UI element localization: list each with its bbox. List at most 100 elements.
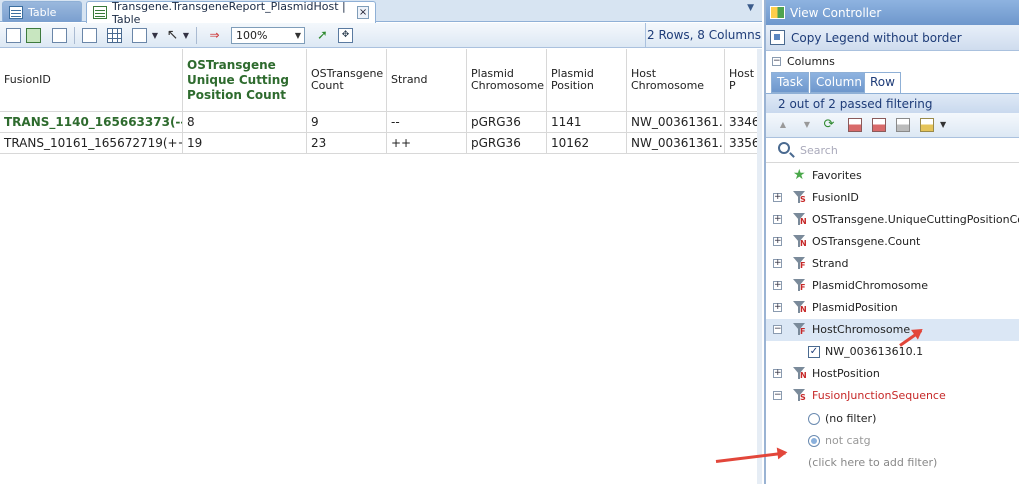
zoom-select[interactable]: 100% ▼ xyxy=(231,27,305,44)
refresh-icon[interactable]: ⟳ xyxy=(822,118,836,132)
expand-icon[interactable]: + xyxy=(773,303,782,312)
tab-column[interactable]: Column xyxy=(810,72,868,93)
table-cell[interactable]: NW_00361361... xyxy=(627,133,725,154)
add-filter-link[interactable]: (click here to add filter) xyxy=(766,452,1019,474)
tab-transgene-report[interactable]: Transgene.TransgeneReport_PlasmidHost | … xyxy=(86,0,376,26)
grid-icon[interactable] xyxy=(107,28,122,43)
tree-item-host-position[interactable]: + N HostPosition xyxy=(766,363,1019,385)
tree-item-strand[interactable]: + F Strand xyxy=(766,253,1019,275)
tree-item-plasmid-position[interactable]: + N PlasmidPosition xyxy=(766,297,1019,319)
collapse-icon[interactable]: − xyxy=(773,325,782,334)
option-not-catg[interactable]: not catg xyxy=(766,430,1019,452)
collapse-icon[interactable]: − xyxy=(773,391,782,400)
tree-item-fusion-junction-sequence[interactable]: − S FusionJunctionSequence xyxy=(766,385,1019,407)
edit-filter-icon[interactable] xyxy=(872,118,886,132)
tree-item-plasmid-chromosome[interactable]: + F PlasmidChromosome xyxy=(766,275,1019,297)
column-header-unique-cutting-count[interactable]: OSTransgene Unique Cutting Position Coun… xyxy=(183,49,307,112)
export-excel-icon[interactable] xyxy=(26,28,41,43)
close-icon[interactable]: × xyxy=(357,6,369,19)
chevron-down-icon[interactable]: ▼ xyxy=(182,28,190,43)
table-cell[interactable]: 10162 xyxy=(547,133,627,154)
filter-funnel-icon: N xyxy=(793,366,807,381)
view-controller-title-bar: View Controller xyxy=(766,0,1019,25)
expand-icon[interactable]: + xyxy=(773,259,782,268)
column-header-strand[interactable]: Strand xyxy=(387,49,467,112)
columns-section-header[interactable]: − Columns xyxy=(766,51,1019,72)
search-input[interactable] xyxy=(800,142,1005,159)
collapse-icon[interactable]: − xyxy=(772,57,781,66)
table-cell[interactable]: 23 xyxy=(307,133,387,154)
expand-icon[interactable]: + xyxy=(773,281,782,290)
vertical-scrollbar[interactable] xyxy=(757,49,762,484)
chevron-down-icon[interactable]: ▼ xyxy=(151,28,159,43)
option-no-filter[interactable]: (no filter) xyxy=(766,408,1019,430)
table-cell[interactable]: NW_00361361... xyxy=(627,112,725,133)
copy-legend-button[interactable]: Copy Legend without border xyxy=(766,25,1019,51)
tree-item-favorites[interactable]: ★ Favorites xyxy=(766,165,1019,187)
document-tab-bar: Table Transgene.TransgeneReport_PlasmidH… xyxy=(0,0,762,26)
copy-view-icon[interactable] xyxy=(52,28,67,43)
view-controller-icon xyxy=(770,6,785,19)
view-controller-tabs: Task Column Row xyxy=(766,72,1019,93)
filter-tree: ★ Favorites + S FusionID + N OSTransgene… xyxy=(766,163,1019,478)
filter-funnel-icon: F xyxy=(793,256,807,271)
table-cell[interactable]: 1141 xyxy=(547,112,627,133)
table-cell[interactable]: 19 xyxy=(183,133,307,154)
filter-options-icon[interactable] xyxy=(920,118,934,132)
move-up-icon[interactable]: ▲ xyxy=(776,118,790,132)
tab-dropdown-icon[interactable]: ▼ xyxy=(747,3,754,13)
filter-funnel-icon: F xyxy=(793,322,807,337)
column-header-fusionid[interactable]: FusionID xyxy=(0,49,183,112)
tree-item-unique-cutting-count[interactable]: + N OSTransgene.UniqueCuttingPositionCou… xyxy=(766,209,1019,231)
disabled-filter-icon xyxy=(896,118,910,132)
table-cell[interactable]: 8 xyxy=(183,112,307,133)
host-chromosome-value[interactable]: ✓ NW_003613610.1 xyxy=(766,341,1019,363)
filter-funnel-icon: N xyxy=(793,300,807,315)
tree-item-fusionid[interactable]: + S FusionID xyxy=(766,187,1019,209)
table-toolbar: ▼ ↖ ▼ ⇒ 100% ▼ ➚ ✥ 2 Rows, 8 Columns xyxy=(0,23,762,48)
table-cell[interactable]: 9 xyxy=(307,112,387,133)
radio-button[interactable] xyxy=(808,413,820,425)
expand-icon[interactable]: + xyxy=(773,369,782,378)
expand-icon[interactable]: + xyxy=(773,193,782,202)
tree-item-ostransgene-count[interactable]: + N OSTransgene.Count xyxy=(766,231,1019,253)
zoom-value: 100% xyxy=(236,29,268,42)
radio-button-selected[interactable] xyxy=(808,435,820,447)
star-icon: ★ xyxy=(793,167,806,183)
table-cell[interactable]: TRANS_1140_165663373(--) xyxy=(0,112,183,133)
table-cell[interactable]: pGRG36 xyxy=(467,133,547,154)
toolbar-divider xyxy=(196,27,197,44)
expand-icon[interactable]: + xyxy=(773,237,782,246)
zoom-in-icon[interactable]: ➚ xyxy=(315,28,330,43)
remove-filter-icon[interactable]: ⇒ xyxy=(207,28,222,43)
duplicate-icon[interactable] xyxy=(82,28,97,43)
column-header-plasmid-chromosome[interactable]: Plasmid Chromosome xyxy=(467,49,547,112)
column-header-ostransgene-count[interactable]: OSTransgene Count xyxy=(307,49,387,112)
add-filter-icon[interactable] xyxy=(848,118,862,132)
expand-icon[interactable]: + xyxy=(773,215,782,224)
table-cell[interactable]: ++ xyxy=(387,133,467,154)
table-icon xyxy=(9,5,23,19)
checkbox-checked[interactable]: ✓ xyxy=(808,346,820,358)
table-cell[interactable]: -- xyxy=(387,112,467,133)
column-header-host-chromosome[interactable]: Host Chromosome xyxy=(627,49,725,112)
new-document-icon[interactable] xyxy=(6,28,21,43)
fit-to-window-icon[interactable]: ✥ xyxy=(338,28,353,43)
table-cell[interactable]: TRANS_10161_165672719(++) xyxy=(0,133,183,154)
filter-funnel-icon: N xyxy=(793,234,807,249)
columns-label: Columns xyxy=(787,55,835,68)
copy-icon[interactable] xyxy=(132,28,147,43)
pointer-icon[interactable]: ↖ xyxy=(165,28,180,43)
tab-table[interactable]: Table xyxy=(2,1,82,22)
column-header-plasmid-position[interactable]: Plasmid Position xyxy=(547,49,627,112)
legend-icon xyxy=(770,30,785,45)
filter-funnel-icon: F xyxy=(793,278,807,293)
table-cell[interactable]: pGRG36 xyxy=(467,112,547,133)
tab-row[interactable]: Row xyxy=(864,72,901,93)
tree-item-host-chromosome[interactable]: − F HostChromosome xyxy=(766,319,1019,341)
chevron-down-icon[interactable]: ▼ xyxy=(940,118,954,132)
data-grid: FusionID OSTransgene Unique Cutting Posi… xyxy=(0,49,762,484)
move-down-icon[interactable]: ▼ xyxy=(800,118,814,132)
filter-toolbar: ▲ ▼ ⟳ ▼ xyxy=(766,113,1019,138)
tab-task[interactable]: Task xyxy=(771,72,809,93)
